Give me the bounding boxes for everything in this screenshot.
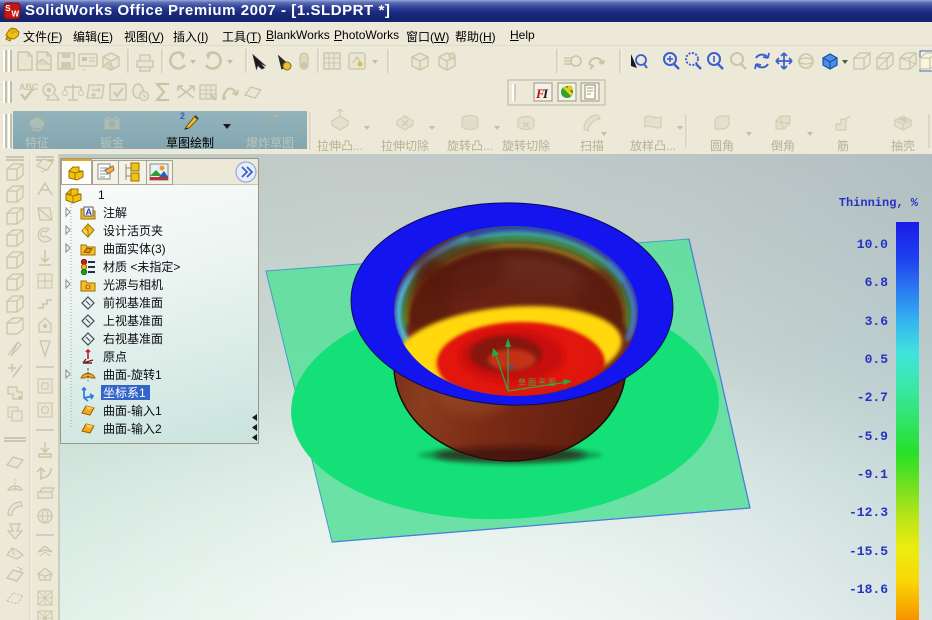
svg-text:前视基准面: 前视基准面	[103, 295, 163, 310]
svg-text:曲面-输入2: 曲面-输入2	[103, 421, 162, 436]
svg-text:S: S	[5, 4, 11, 13]
svg-text:曲面实体(3): 曲面实体(3)	[103, 241, 166, 256]
svg-text:原点: 原点	[103, 350, 127, 364]
svg-text:设计活页夹: 设计活页夹	[103, 224, 163, 238]
svg-text:ABC: ABC	[19, 82, 39, 92]
svg-text:草图平面: 草图平面	[518, 377, 558, 387]
svg-text:曲面-旋转1: 曲面-旋转1	[103, 367, 162, 382]
svg-text:1: 1	[98, 188, 105, 202]
svg-text:材质 <未指定>: 材质 <未指定>	[103, 259, 180, 274]
svg-text:右视基准面: 右视基准面	[103, 331, 163, 346]
svg-text:坐标系1: 坐标系1	[103, 386, 146, 400]
svg-text:注解: 注解	[103, 205, 127, 220]
svg-text:曲面-输入1: 曲面-输入1	[103, 403, 162, 418]
svg-text:上视基准面: 上视基准面	[103, 313, 163, 328]
svg-text:2: 2	[180, 111, 185, 121]
svg-text:W: W	[12, 10, 20, 19]
svg-text:光源与相机: 光源与相机	[103, 278, 163, 292]
svg-text:A: A	[86, 207, 93, 217]
svg-text:I: I	[542, 86, 549, 101]
